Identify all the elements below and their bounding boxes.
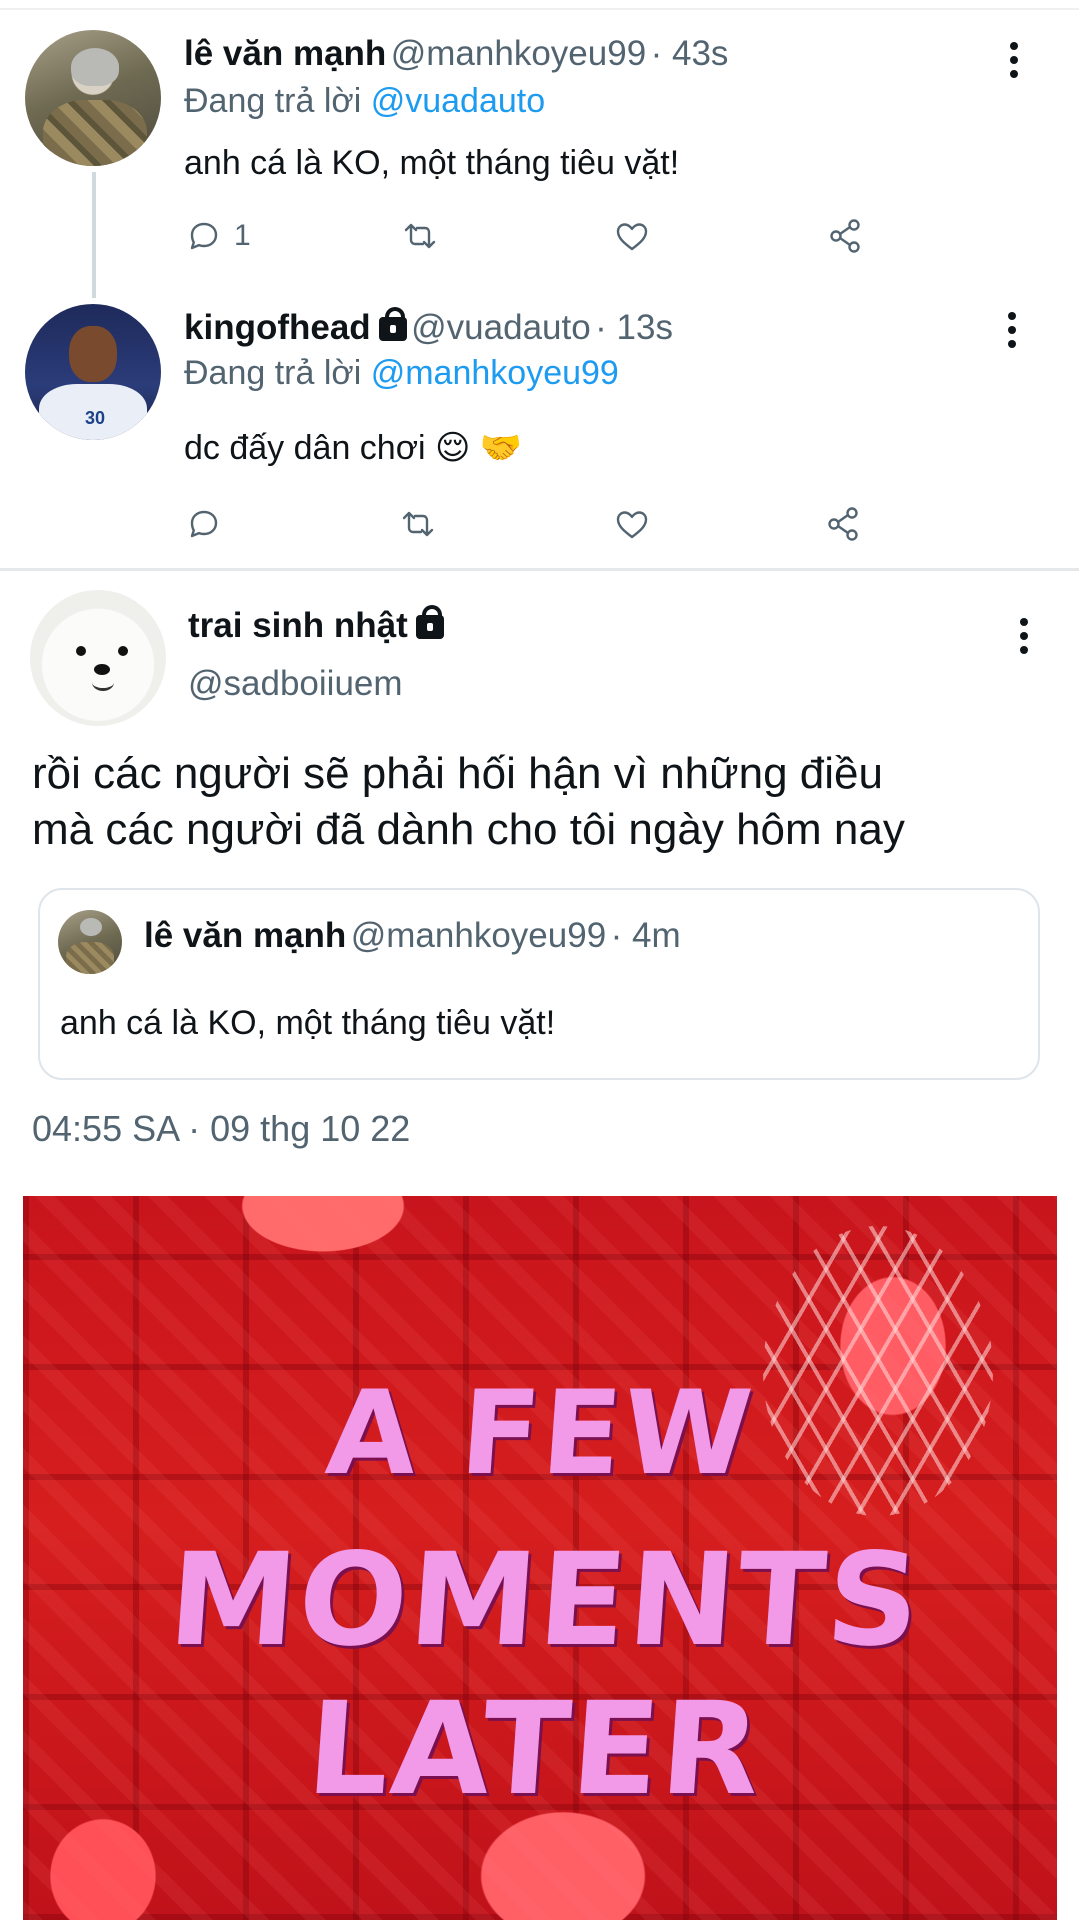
retweet-icon bbox=[404, 223, 436, 249]
tweet-media-image[interactable]: A FEW MOMENTS LATER bbox=[23, 1196, 1057, 1920]
replying-to: Đang trả lời @vuadauto bbox=[184, 82, 545, 121]
quoted-time-ago: · 4m bbox=[610, 916, 681, 955]
tweet-2-actions bbox=[184, 504, 884, 554]
quoted-display-name: lê văn mạnh bbox=[144, 916, 347, 955]
retweet-button[interactable] bbox=[400, 216, 440, 256]
quoted-tweet-header: lê văn mạnh @manhkoyeu99 · 4m bbox=[144, 916, 681, 956]
avatar-manhkoyeu99[interactable] bbox=[25, 30, 161, 166]
tweet-1-header: lê văn mạnh @manhkoyeu99 · 43s bbox=[184, 34, 728, 74]
replying-mention-link[interactable]: @manhkoyeu99 bbox=[371, 354, 619, 392]
replying-mention-link[interactable]: @vuadauto bbox=[371, 82, 545, 120]
quoted-tweet-avatar bbox=[58, 910, 122, 974]
retweet-icon bbox=[402, 511, 434, 537]
time-ago[interactable]: · 43s bbox=[651, 34, 729, 73]
quoted-tweet-card[interactable]: lê văn mạnh @manhkoyeu99 · 4m anh cá là … bbox=[38, 888, 1040, 1080]
lock-icon bbox=[415, 605, 444, 639]
share-icon bbox=[830, 219, 860, 253]
reply-button[interactable] bbox=[184, 504, 224, 544]
heart-icon bbox=[616, 223, 648, 251]
more-options-icon[interactable] bbox=[1010, 42, 1020, 84]
replying-to: Đang trả lời @manhkoyeu99 bbox=[184, 354, 619, 393]
media-caption-line: A FEW bbox=[321, 1366, 759, 1501]
handle[interactable]: @manhkoyeu99 bbox=[391, 34, 646, 73]
display-name[interactable]: lê văn mạnh bbox=[184, 34, 386, 73]
share-button[interactable] bbox=[824, 504, 864, 544]
tweet-2-header: kingofhead @vuadauto · 13s bbox=[184, 307, 673, 348]
lock-icon bbox=[378, 307, 407, 341]
share-button[interactable] bbox=[826, 216, 866, 256]
tweet-text: anh cá là KO, một tháng tiêu vặt! bbox=[184, 144, 680, 182]
reply-icon bbox=[190, 510, 218, 538]
main-tweet-text-line: mà các người đã dành cho tôi ngày hôm na… bbox=[32, 805, 905, 854]
handle[interactable]: @vuadauto bbox=[411, 308, 591, 347]
tweet-divider bbox=[0, 568, 1079, 571]
retweet-button[interactable] bbox=[398, 504, 438, 544]
display-name[interactable]: trai sinh nhật bbox=[188, 606, 408, 645]
reply-icon bbox=[190, 222, 218, 250]
quoted-handle: @manhkoyeu99 bbox=[350, 916, 607, 955]
quoted-tweet-text: anh cá là KO, một tháng tiêu vặt! bbox=[60, 1004, 556, 1042]
main-tweet-text: rồi các người sẽ phải hối hận vì những đ… bbox=[32, 746, 1042, 858]
reply-button[interactable]: 1 bbox=[184, 216, 251, 256]
tweet-timestamp[interactable]: 04:55 SA · 09 thg 10 22 bbox=[32, 1108, 410, 1150]
media-caption-line: MOMENTS LATER bbox=[164, 1526, 927, 1824]
share-icon bbox=[828, 507, 858, 541]
reply-count: 1 bbox=[234, 219, 251, 252]
replying-prefix: Đang trả lời bbox=[184, 82, 362, 120]
heart-icon bbox=[616, 511, 648, 539]
main-tweet-text-line: rồi các người sẽ phải hối hận vì những đ… bbox=[32, 749, 883, 798]
display-name[interactable]: kingofhead bbox=[184, 308, 371, 347]
thread-connector-line bbox=[92, 172, 96, 298]
like-button[interactable] bbox=[612, 504, 652, 544]
like-button[interactable] bbox=[612, 216, 652, 256]
top-divider bbox=[0, 8, 1079, 10]
avatar-vuadauto[interactable]: 30 bbox=[25, 304, 161, 440]
avatar-sadboiiuem[interactable] bbox=[30, 590, 166, 726]
main-tweet-author: trai sinh nhật bbox=[188, 605, 444, 646]
more-options-icon[interactable] bbox=[1020, 618, 1030, 660]
replying-prefix: Đang trả lời bbox=[184, 354, 362, 392]
handle[interactable]: @sadboiiuem bbox=[188, 664, 403, 704]
tweet-text: dc đấy dân chơi 😌 🤝 bbox=[184, 429, 523, 467]
time-ago[interactable]: · 13s bbox=[595, 308, 673, 347]
more-options-icon[interactable] bbox=[1008, 312, 1018, 354]
tweet-1-actions: 1 bbox=[184, 216, 884, 266]
